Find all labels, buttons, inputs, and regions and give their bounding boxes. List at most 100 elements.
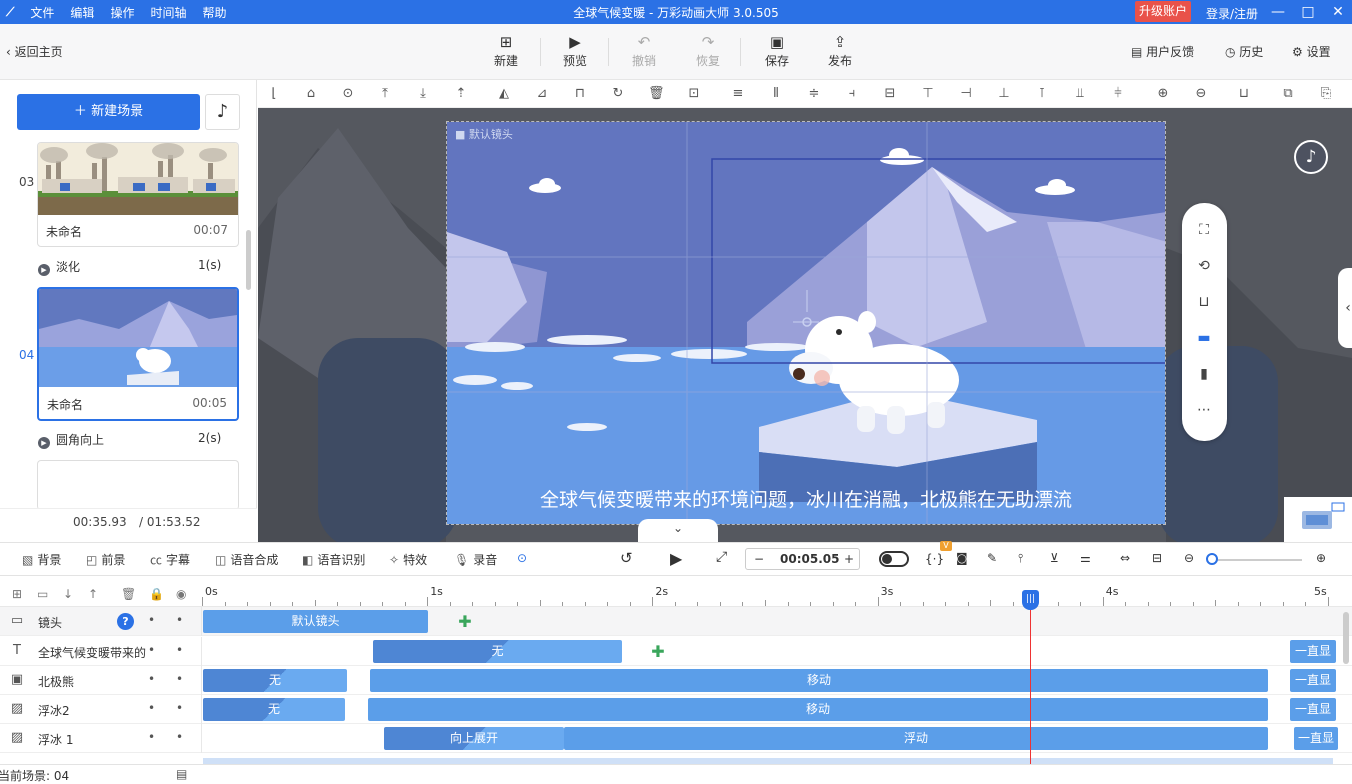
enter-animation-block[interactable]: 无 [373, 640, 622, 663]
add-folder-icon[interactable]: ⊞ [12, 587, 22, 601]
stage-frame[interactable]: ■ 默认镜头 全球气候变暖带来的环境问题，冰川在消融，北极熊在无助漂流 [446, 121, 1166, 525]
feedback-button[interactable]: ▤ 用户反馈 [1131, 43, 1194, 60]
layer-up-icon[interactable]: ⇡ [453, 86, 469, 102]
playhead-handle[interactable]: ||| [1022, 590, 1039, 610]
send-back-icon[interactable]: ⤓ [415, 86, 431, 102]
portrait-screen-icon[interactable]: ▮ [1195, 365, 1213, 383]
thumbnail-preview[interactable] [1284, 497, 1352, 542]
back-home-button[interactable]: ‹ 返回主页 [6, 43, 63, 60]
trash-icon[interactable]: 🗑 [121, 587, 136, 601]
lock-dot[interactable]: • [148, 613, 155, 627]
more-dots-icon[interactable]: ⋯ [1195, 401, 1213, 419]
copy-icon[interactable]: ⧉ [1280, 86, 1296, 102]
visible-dot[interactable]: • [176, 613, 183, 627]
caption-button[interactable]: ㏄字幕 [150, 551, 190, 568]
track-row[interactable]: T 全球气候变暖带来的 • • 无 ✚ 一直显 [0, 637, 1352, 666]
visible-dot[interactable]: • [176, 730, 183, 744]
collapse-handle[interactable]: ⌄ [638, 519, 718, 542]
scene-scrollbar[interactable] [246, 230, 251, 290]
edit-icon[interactable]: ✎ [987, 551, 997, 565]
rotate-view-icon[interactable]: ⟲ [1195, 257, 1213, 275]
visible-dot[interactable]: • [176, 701, 183, 715]
move-animation-block[interactable]: 移动 [370, 669, 1268, 692]
align-center-v-icon[interactable]: ⫴ [768, 86, 784, 102]
zoom-out-icon[interactable]: ⊖ [1193, 86, 1209, 102]
toggle-switch[interactable] [879, 551, 909, 567]
background-button[interactable]: ▧ 背景 [22, 551, 61, 568]
canvas-area[interactable]: ■ 默认镜头 全球气候变暖带来的环境问题，冰川在消融，北极熊在无助漂流 ⌄ ♪ … [258, 108, 1352, 542]
lock-icon[interactable]: 🔒 [149, 587, 164, 601]
new-button[interactable]: ⊞ 新建 [481, 32, 531, 69]
rotate-icon[interactable]: ↻ [610, 86, 626, 102]
frame-icon[interactable]: ⊟ [1152, 551, 1162, 565]
bring-front-icon[interactable]: ⤒ [377, 86, 393, 102]
spacing-icon[interactable]: ⫫ [1072, 86, 1088, 102]
move-up-icon[interactable]: ↑ [88, 587, 98, 601]
scene-card-05[interactable] [37, 460, 239, 510]
align-left-icon[interactable]: ≡ [730, 86, 746, 102]
track-row[interactable]: ▨ 浮冰 1 • • 向上展开 浮动 一直显 [0, 724, 1352, 753]
eye-icon[interactable]: ◉ [176, 587, 186, 601]
timeline-scrollbar[interactable] [1343, 612, 1349, 664]
music-note-icon[interactable]: ♪ [205, 94, 240, 130]
help-icon[interactable]: ? [117, 613, 134, 630]
camera-block[interactable]: 默认镜头 [203, 610, 428, 633]
align-top-icon[interactable]: ⊤ [920, 86, 936, 102]
always-show-block[interactable]: 一直显 [1290, 640, 1336, 663]
flip-vertical-icon[interactable]: ⊿ [534, 86, 550, 102]
publish-button[interactable]: ⇪ 发布 [815, 32, 865, 69]
always-show-block[interactable]: 一直显 [1290, 698, 1336, 721]
tts-button[interactable]: ◫ 语音合成 [215, 551, 278, 568]
history-button[interactable]: ◷ 历史 [1225, 43, 1263, 60]
move-down-icon[interactable]: ↓ [63, 587, 73, 601]
align-center-h-icon[interactable]: ≑ [806, 86, 822, 102]
fit-width-icon[interactable]: ⇔ [1120, 551, 1130, 565]
visible-dot[interactable]: • [176, 672, 183, 686]
scene-transition[interactable]: ▶ 淡化 1(s) [38, 258, 221, 276]
zoom-in-icon[interactable]: ⊕ [1316, 551, 1326, 565]
new-scene-button[interactable]: ＋ 新建场景 [17, 94, 200, 130]
add-keyframe-icon[interactable]: ✚ [457, 614, 473, 630]
effects-button[interactable]: ✧ 特效 [389, 551, 427, 568]
right-panel-toggle[interactable]: ‹ [1338, 268, 1352, 348]
book-icon[interactable]: ▤ [176, 767, 187, 781]
crop-icon[interactable]: ⊡ [686, 86, 702, 102]
more-circle-icon[interactable]: ⊙ [517, 551, 527, 565]
distribute-h-icon[interactable]: ⊟ [882, 86, 898, 102]
scene-card-03[interactable]: 未命名 00:07 [37, 142, 239, 247]
fit-screen-icon[interactable]: ⛶ [1195, 221, 1213, 239]
unlock-icon[interactable]: ⊔ [1195, 293, 1213, 311]
move-animation-block[interactable]: 移动 [368, 698, 1268, 721]
lock-icon[interactable]: ⊓ [572, 86, 588, 102]
upgrade-button[interactable]: 升级账户 [1135, 1, 1191, 22]
add-keyframe-icon[interactable]: ✚ [650, 644, 666, 660]
camera-icon[interactable]: ◙ [956, 551, 968, 565]
zoom-out-icon[interactable]: ⊖ [1184, 551, 1194, 565]
paste-icon[interactable]: ⎘ [1318, 86, 1334, 102]
zoom-slider-track[interactable] [1212, 559, 1302, 561]
split-icon[interactable]: ⫯ [1018, 551, 1023, 566]
asr-button[interactable]: ◧ 语音识别 [302, 551, 365, 568]
preview-button[interactable]: ▶ 预览 [550, 32, 600, 69]
align-right-icon[interactable]: ⫞ [844, 86, 860, 102]
flip-horizontal-icon[interactable]: ◭ [496, 86, 512, 102]
lock-dot[interactable]: • [148, 643, 155, 657]
enter-animation-block[interactable]: 无 [203, 698, 345, 721]
music-note-icon[interactable]: ♪ [1294, 140, 1328, 174]
visible-dot[interactable]: • [176, 643, 183, 657]
timecode-value[interactable]: 00:05.05 [780, 552, 839, 566]
home-icon[interactable]: ⌂ [303, 86, 319, 102]
record-button[interactable]: 🎙 录音 [454, 551, 497, 568]
play-icon[interactable]: ▶ [670, 549, 682, 568]
settings-button[interactable]: ⚙ 设置 [1292, 43, 1331, 60]
time-ruler[interactable]: 0s 1s 2s 3s 4s 5s [202, 583, 1352, 607]
minimize-icon[interactable]: — [1268, 2, 1288, 22]
distribute-v-icon[interactable]: ⊺ [1034, 86, 1050, 102]
lock-dot[interactable]: • [148, 672, 155, 686]
foreground-button[interactable]: ◰ 前景 [86, 551, 125, 568]
track-row[interactable]: ▣ 北极熊 • • 无 移动 一直显 [0, 666, 1352, 695]
track-row[interactable]: ▨ 浮冰2 • • 无 移动 一直显 [0, 695, 1352, 724]
enter-animation-block[interactable]: 无 [203, 669, 347, 692]
align-bottom-icon[interactable]: ⊥ [996, 86, 1012, 102]
folder-icon[interactable]: ▭ [37, 587, 48, 601]
